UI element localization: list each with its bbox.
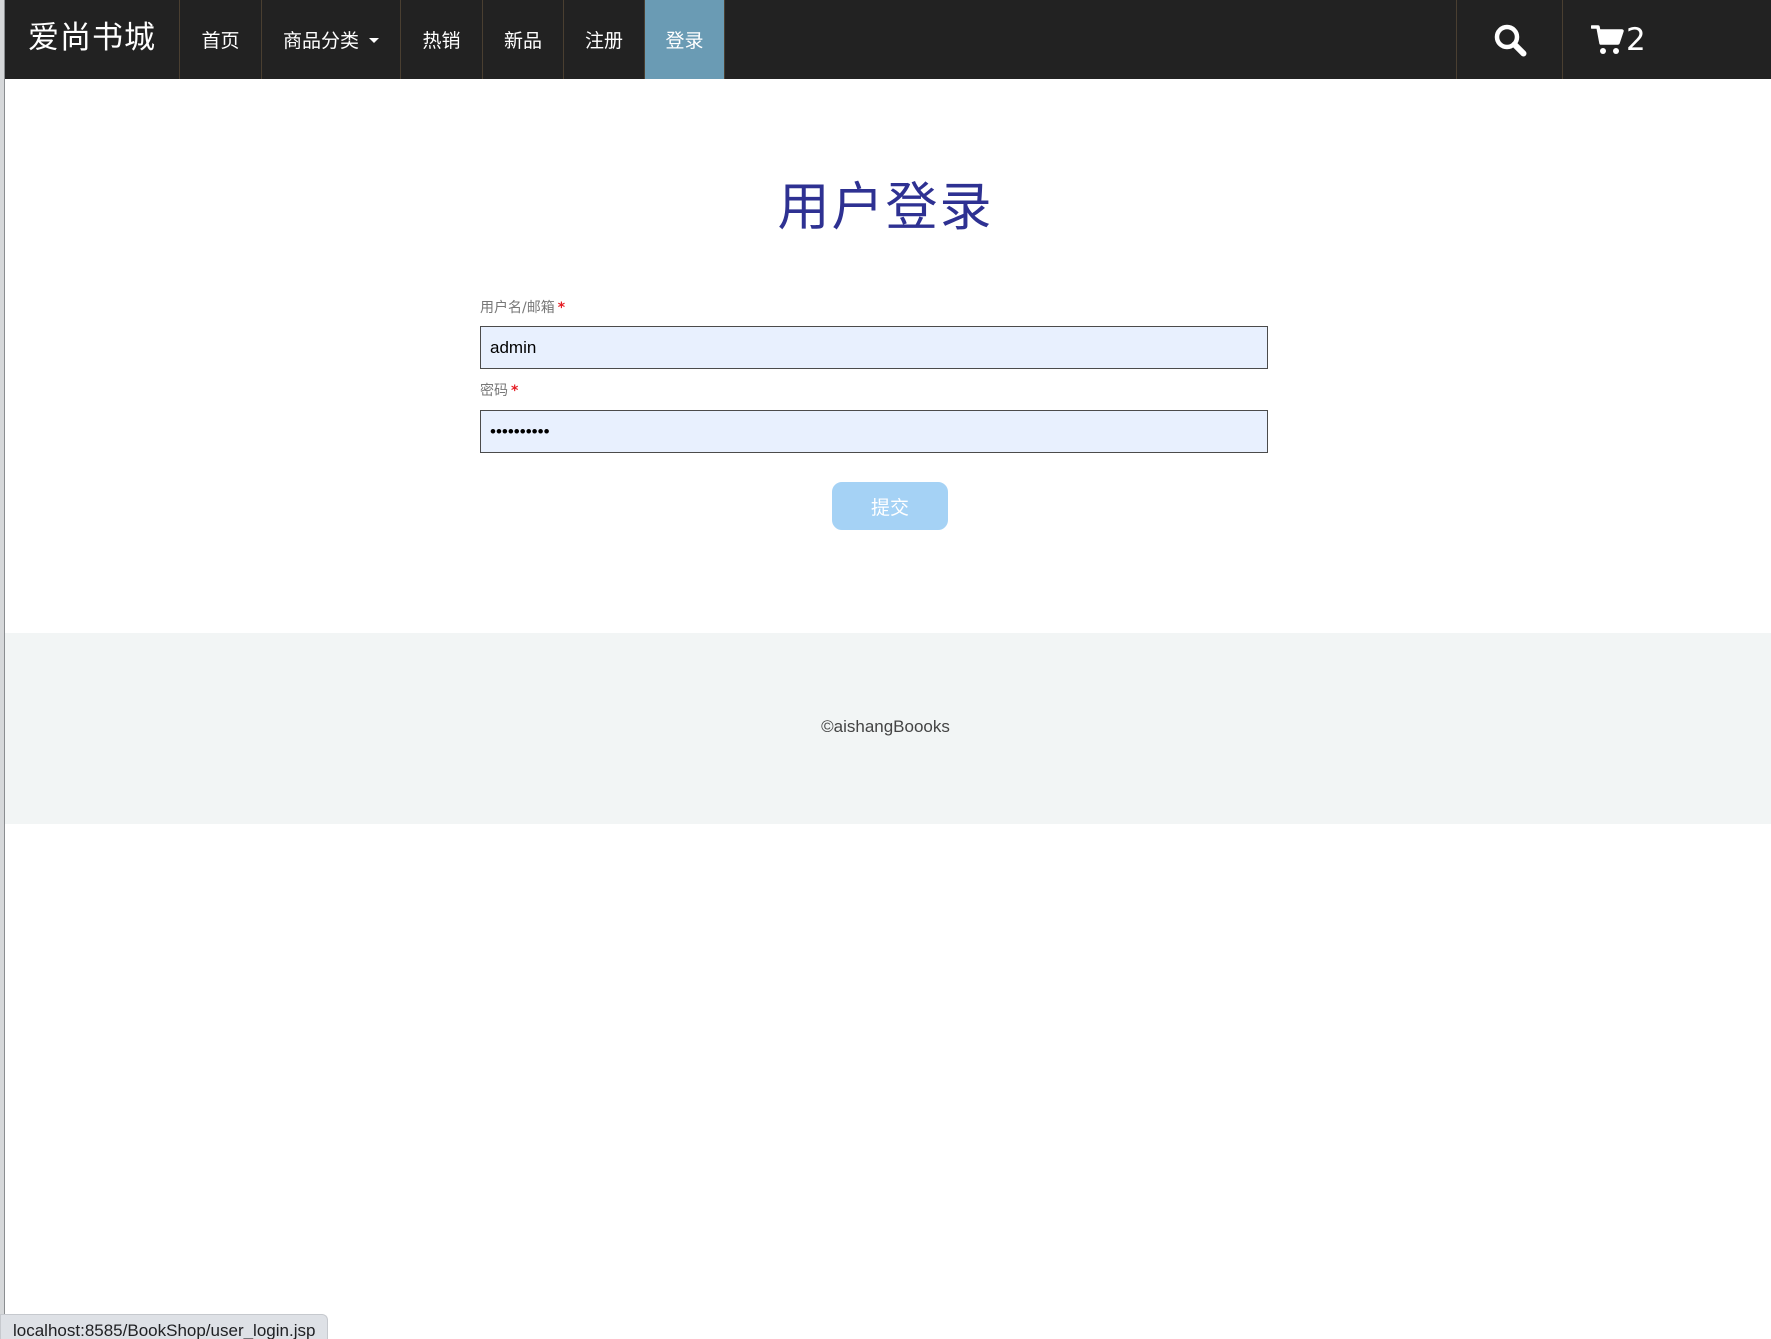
username-label-text: 用户名/邮箱 [480,300,555,316]
cart-count-badge: 2 [1626,21,1646,58]
nav-item-categories[interactable]: 商品分类 [261,0,400,79]
nav-item-register[interactable]: 注册 [563,0,644,79]
search-button[interactable] [1456,0,1562,79]
nav-menu: 首页 商品分类 热销 新品 注册 登录 [179,0,725,79]
password-input[interactable] [480,410,1268,453]
nav-item-label: 新品 [503,30,542,52]
nav-item-label: 首页 [201,30,240,52]
window-edge [0,0,5,1335]
password-label: 密码 * [480,382,518,400]
page-title: 用户登录 [777,178,994,238]
top-navbar: 爱尚书城 首页 商品分类 热销 新品 注册 登录 2 [0,0,1771,79]
password-label-text: 密码 [480,383,508,399]
brand-logo[interactable]: 爱尚书城 [28,16,156,60]
submit-button-label: 提交 [870,496,909,519]
nav-item-hot[interactable]: 热销 [400,0,482,79]
cart-icon [1591,24,1624,54]
username-input[interactable] [480,326,1268,369]
search-icon [1494,24,1526,56]
nav-item-label: 商品分类 [282,30,359,52]
cart-button[interactable]: 2 [1562,0,1671,79]
nav-item-label: 注册 [584,30,623,52]
required-mark: * [557,300,566,316]
copyright-text: ©aishangBoooks [821,717,950,736]
required-mark: * [511,383,519,399]
nav-item-label: 登录 [665,30,704,52]
nav-item-login[interactable]: 登录 [644,0,725,79]
nav-item-new[interactable]: 新品 [482,0,563,79]
caret-down-icon [369,38,379,43]
username-label: 用户名/邮箱 * [480,299,565,317]
status-bar-url: localhost:8585/BookShop/user_login.jsp [0,1314,329,1339]
submit-button[interactable]: 提交 [832,482,948,530]
nav-item-home[interactable]: 首页 [179,0,261,79]
nav-item-label: 热销 [422,30,461,52]
